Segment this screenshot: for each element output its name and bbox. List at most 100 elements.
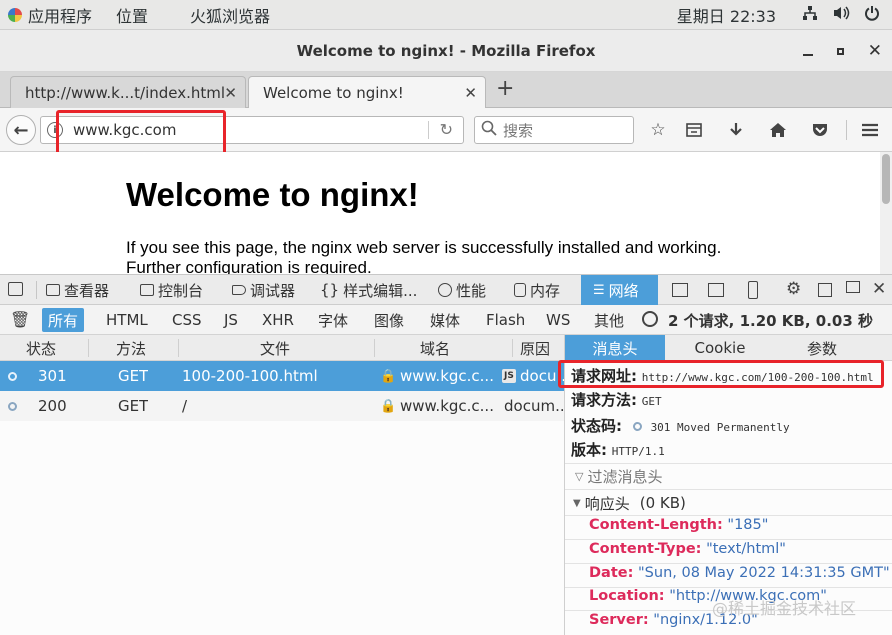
tab-label: 调试器 bbox=[250, 281, 296, 300]
places-menu[interactable]: 位置 bbox=[116, 3, 148, 27]
tab-style-editor[interactable]: {} 样式编辑... bbox=[320, 275, 417, 305]
header-key: Content-Type: bbox=[589, 541, 702, 557]
column-method[interactable]: 方法 bbox=[116, 335, 146, 361]
search-box[interactable]: 搜索 bbox=[474, 116, 634, 144]
column-file[interactable]: 文件 bbox=[260, 335, 290, 361]
divider bbox=[565, 463, 892, 464]
volume-icon[interactable] bbox=[832, 5, 850, 25]
back-arrow-icon: ← bbox=[13, 119, 29, 141]
header-value: "185" bbox=[727, 517, 769, 533]
tab-index[interactable]: http://www.k...t/index.html ✕ bbox=[10, 76, 246, 108]
tab-headers[interactable]: 消息头 bbox=[565, 335, 665, 361]
header-key: Content-Length: bbox=[589, 517, 723, 533]
filter-media[interactable]: 媒体 bbox=[424, 308, 466, 332]
filter-all[interactable]: 所有 bbox=[42, 308, 85, 332]
column-domain[interactable]: 域名 bbox=[420, 335, 450, 361]
dock-window-icon[interactable] bbox=[846, 281, 860, 293]
filter-images[interactable]: 图像 bbox=[368, 308, 410, 332]
page-scrollbar[interactable] bbox=[880, 152, 892, 274]
response-header-item[interactable]: Content-Type: "text/html" bbox=[589, 541, 786, 557]
tab-params[interactable]: 参数 bbox=[777, 335, 867, 361]
memory-icon bbox=[514, 283, 526, 297]
request-file: 100-200-100.html bbox=[182, 367, 318, 385]
response-header-item[interactable]: Date: "Sun, 08 May 2022 14:31:35 GMT" bbox=[589, 565, 890, 581]
library-icon[interactable] bbox=[682, 118, 706, 142]
column-cause[interactable]: 原因 bbox=[520, 335, 550, 361]
tab-label: 样式编辑... bbox=[343, 281, 418, 300]
filter-headers-input[interactable]: ▽ 过滤消息头 bbox=[569, 465, 889, 487]
request-row[interactable]: 301 GET 100-200-100.html 🔒 www.kgc.c... … bbox=[0, 361, 564, 391]
filter-xhr[interactable]: XHR bbox=[256, 308, 300, 332]
filter-fonts[interactable]: 字体 bbox=[312, 308, 354, 332]
response-header-item[interactable]: Content-Length: "185" bbox=[589, 517, 768, 533]
status-code-value: 301 Moved Permanently bbox=[650, 421, 790, 434]
close-tab-icon[interactable]: ✕ bbox=[464, 84, 477, 102]
search-icon bbox=[481, 120, 497, 140]
response-headers-toggle[interactable]: ▼ 响应头 (0 KB) bbox=[573, 491, 686, 515]
tab-debugger[interactable]: 调试器 bbox=[232, 275, 295, 305]
maximize-icon[interactable] bbox=[836, 47, 844, 55]
header-value: "Sun, 08 May 2022 14:31:35 GMT" bbox=[638, 565, 890, 581]
tab-cookie[interactable]: Cookie bbox=[675, 335, 765, 361]
request-file: / bbox=[182, 397, 188, 415]
network-tab-icon: ☰ bbox=[593, 282, 605, 298]
trash-icon[interactable]: 🗑 bbox=[10, 310, 30, 329]
tab-memory[interactable]: 内存 bbox=[514, 275, 560, 305]
network-icon[interactable] bbox=[802, 5, 818, 25]
close-devtools-icon[interactable]: ✕ bbox=[872, 279, 886, 299]
header-key: Server: bbox=[589, 612, 649, 628]
clock[interactable]: 星期日 22:33 bbox=[677, 3, 776, 27]
column-divider bbox=[374, 339, 375, 357]
status-dot-icon bbox=[8, 361, 17, 391]
pocket-icon[interactable] bbox=[808, 118, 832, 142]
tab-performance[interactable]: 性能 bbox=[438, 275, 486, 305]
download-icon[interactable] bbox=[724, 118, 748, 142]
filter-flash[interactable]: Flash bbox=[480, 308, 531, 332]
details-tabs: 消息头 Cookie 参数 bbox=[565, 335, 892, 361]
browser-menu[interactable]: 火狐浏览器 bbox=[190, 3, 270, 27]
column-divider bbox=[178, 339, 179, 357]
column-divider bbox=[88, 339, 89, 357]
reload-icon[interactable]: ↻ bbox=[440, 120, 453, 139]
power-icon[interactable] bbox=[864, 5, 880, 25]
responsive-icon[interactable] bbox=[708, 283, 724, 297]
filter-css[interactable]: CSS bbox=[166, 308, 208, 332]
settings-gear-icon[interactable]: ⚙ bbox=[786, 279, 801, 299]
filter-icon: ▽ bbox=[575, 469, 584, 483]
new-tab-icon[interactable]: + bbox=[496, 76, 514, 101]
version-label: 版本: bbox=[571, 441, 607, 459]
dock-side-icon[interactable] bbox=[818, 283, 832, 297]
search-placeholder: 搜索 bbox=[503, 121, 534, 140]
tab-welcome-nginx[interactable]: Welcome to nginx! ✕ bbox=[248, 76, 486, 109]
chevron-down-icon: ▼ bbox=[573, 497, 581, 509]
hamburger-menu-icon[interactable] bbox=[858, 118, 882, 142]
tab-label: 查看器 bbox=[64, 281, 110, 300]
request-row[interactable]: 200 GET / 🔒 www.kgc.c... docum... bbox=[0, 391, 564, 421]
tab-label: 内存 bbox=[530, 281, 561, 300]
column-status[interactable]: 状态 bbox=[26, 335, 56, 361]
layout-icon[interactable] bbox=[672, 283, 688, 297]
back-button[interactable]: ← bbox=[6, 115, 36, 145]
request-method-line: 请求方法: GET bbox=[571, 389, 662, 410]
minimize-icon[interactable] bbox=[802, 54, 813, 56]
bookmark-star-icon[interactable]: ☆ bbox=[646, 118, 670, 142]
tab-console[interactable]: 控制台 bbox=[140, 275, 203, 305]
request-domain: www.kgc.c... bbox=[400, 367, 494, 385]
column-divider bbox=[512, 339, 513, 357]
inspector-icon bbox=[46, 284, 60, 296]
scrollbar-thumb[interactable] bbox=[882, 154, 890, 204]
pick-element-icon[interactable] bbox=[8, 282, 23, 296]
home-icon[interactable] bbox=[766, 118, 790, 142]
tab-network[interactable]: ☰ 网络 bbox=[581, 275, 658, 305]
apps-menu[interactable]: 应用程序 bbox=[8, 3, 92, 27]
filter-html[interactable]: HTML bbox=[100, 308, 154, 332]
close-tab-icon[interactable]: ✕ bbox=[224, 84, 237, 102]
filter-other[interactable]: 其他 bbox=[588, 308, 630, 332]
screenshot-icon[interactable] bbox=[748, 281, 758, 299]
filter-ws[interactable]: WS bbox=[540, 308, 576, 332]
close-window-icon[interactable]: ✕ bbox=[868, 41, 882, 61]
divider bbox=[565, 515, 892, 516]
tab-inspector[interactable]: 查看器 bbox=[46, 275, 109, 305]
filter-js[interactable]: JS bbox=[218, 308, 244, 332]
divider bbox=[565, 563, 892, 564]
